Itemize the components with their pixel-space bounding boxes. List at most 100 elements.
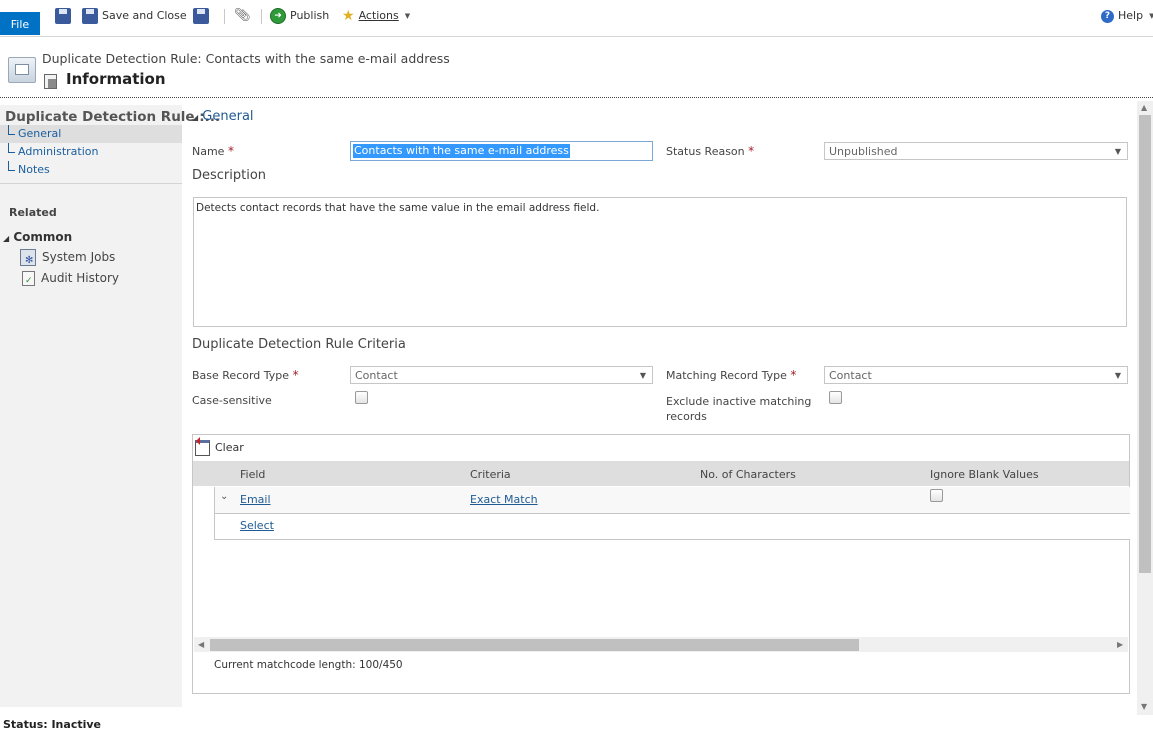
required-marker: *: [292, 368, 299, 382]
save-and-close-icon: [82, 8, 98, 24]
actions-menu-button[interactable]: ★ Actions ▼: [342, 7, 410, 25]
clear-button[interactable]: Clear: [195, 437, 244, 457]
related-item-audit-history[interactable]: Audit History: [22, 269, 119, 290]
nav-item-label: Notes: [18, 163, 50, 176]
description-textarea[interactable]: Detects contact records that have the sa…: [193, 197, 1127, 327]
left-navigation: [0, 105, 182, 707]
common-label: Common: [13, 230, 73, 244]
expand-triangle-icon: ◢: [3, 234, 10, 243]
save-new-icon: [193, 8, 209, 24]
base-record-type-value: Contact: [355, 369, 398, 382]
save-button[interactable]: [55, 7, 71, 25]
form-name[interactable]: Information: [66, 70, 166, 88]
general-section-label: General: [202, 109, 254, 124]
matching-record-type-label-text: Matching Record Type: [666, 369, 787, 382]
nav-item-general[interactable]: General: [0, 125, 182, 143]
matching-record-type-label: Matching Record Type *: [666, 368, 796, 382]
help-icon: ?: [1101, 9, 1114, 23]
name-input[interactable]: Contacts with the same e-mail address: [350, 141, 653, 161]
base-record-type-label-text: Base Record Type: [192, 369, 290, 382]
ignore-blank-checkbox[interactable]: [930, 489, 943, 502]
table-row: [214, 487, 1130, 514]
column-header-characters[interactable]: No. of Characters: [700, 468, 796, 481]
save-and-close-label: Save and Close: [102, 9, 187, 22]
related-item-label: System Jobs: [42, 250, 116, 264]
scroll-right-icon[interactable]: ▶: [1117, 640, 1123, 649]
nav-item-notes[interactable]: Notes: [0, 161, 182, 179]
required-marker: *: [227, 144, 234, 158]
file-button[interactable]: File: [0, 12, 40, 35]
record-title: Duplicate Detection Rule: Contacts with …: [42, 51, 450, 66]
tree-connector-icon: [8, 125, 15, 135]
dropdown-arrow-icon: ▼: [639, 371, 646, 380]
required-marker: *: [748, 144, 755, 158]
save-as-new-button[interactable]: [193, 7, 209, 25]
base-record-type-select[interactable]: Contact ▼: [350, 366, 653, 384]
column-header-criteria[interactable]: Criteria: [470, 468, 511, 481]
field-link-email[interactable]: Email: [240, 493, 271, 506]
toolbar-separator: [261, 9, 262, 24]
common-group-toggle[interactable]: ◢ Common: [3, 230, 72, 244]
select-field-link[interactable]: Select: [240, 519, 274, 532]
status-reason-label-text: Status Reason: [666, 145, 745, 158]
header-divider: [0, 97, 1153, 98]
table-row: [214, 514, 1130, 540]
status-reason-select[interactable]: Unpublished ▼: [824, 142, 1128, 160]
toolbar-separator: [224, 9, 225, 24]
scroll-down-icon[interactable]: ▼: [1141, 702, 1147, 711]
attach-button[interactable]: 📎︎: [234, 7, 251, 25]
chevron-down-icon: ▼: [1149, 12, 1153, 20]
name-input-value: Contacts with the same e-mail address: [353, 144, 570, 158]
publish-arrow-icon: ➜: [270, 8, 286, 24]
publish-button[interactable]: ➜ Publish: [270, 7, 329, 25]
matching-record-type-value: Contact: [829, 369, 872, 382]
case-sensitive-checkbox[interactable]: [355, 391, 368, 404]
help-menu-button[interactable]: ? Help ▼: [1101, 7, 1153, 25]
save-icon: [55, 8, 71, 24]
form-selector-icon[interactable]: [44, 74, 57, 89]
help-label: Help: [1118, 9, 1144, 22]
base-record-type-label: Base Record Type *: [192, 368, 299, 382]
expand-triangle-icon: ◢: [192, 113, 199, 122]
general-section-toggle[interactable]: ◢ General: [192, 109, 254, 124]
matching-record-type-select[interactable]: Contact ▼: [824, 366, 1128, 384]
scroll-left-icon[interactable]: ◀: [198, 640, 204, 649]
criteria-link-exact-match[interactable]: Exact Match: [470, 493, 538, 506]
tree-connector-icon: [8, 143, 15, 153]
status-reason-value: Unpublished: [829, 145, 898, 158]
horizontal-scroll-thumb[interactable]: [210, 639, 859, 651]
chevron-down-icon: ▼: [404, 12, 411, 20]
nav-divider: [0, 183, 182, 184]
related-heading: Related: [9, 206, 57, 219]
tree-connector-icon: [8, 161, 15, 171]
required-marker: *: [790, 368, 797, 382]
clear-icon: [195, 437, 210, 456]
scroll-up-icon[interactable]: ▲: [1141, 103, 1147, 112]
nav-item-label: General: [18, 127, 62, 140]
exclude-inactive-checkbox[interactable]: [829, 391, 842, 404]
nav-item-label: Administration: [18, 145, 99, 158]
exclude-inactive-label-line2: records: [666, 410, 707, 423]
system-jobs-icon: [20, 248, 36, 270]
publish-label: Publish: [290, 9, 330, 22]
paperclip-icon: 📎︎: [234, 8, 251, 23]
vertical-scroll-thumb[interactable]: [1139, 115, 1151, 573]
case-sensitive-label: Case-sensitive: [192, 394, 272, 407]
nav-item-administration[interactable]: Administration: [0, 143, 182, 161]
related-item-label: Audit History: [41, 271, 119, 285]
status-reason-label: Status Reason *: [666, 144, 754, 158]
clear-label: Clear: [215, 441, 244, 454]
entity-icon: [8, 57, 36, 83]
column-header-field[interactable]: Field: [240, 468, 265, 481]
actions-star-icon: ★: [342, 8, 355, 24]
record-status: Status: Inactive: [3, 718, 101, 731]
related-item-system-jobs[interactable]: System Jobs: [20, 248, 116, 270]
name-label-text: Name: [192, 145, 225, 158]
description-heading: Description: [192, 168, 267, 183]
save-and-close-button[interactable]: Save and Close: [82, 7, 187, 25]
actions-label: Actions: [358, 9, 399, 22]
column-header-ignore-blank[interactable]: Ignore Blank Values: [930, 468, 1039, 481]
chevron-down-icon[interactable]: ⌄: [220, 491, 228, 502]
nav-title: Duplicate Detection Rule :...: [5, 109, 221, 125]
audit-history-icon: [22, 270, 35, 290]
